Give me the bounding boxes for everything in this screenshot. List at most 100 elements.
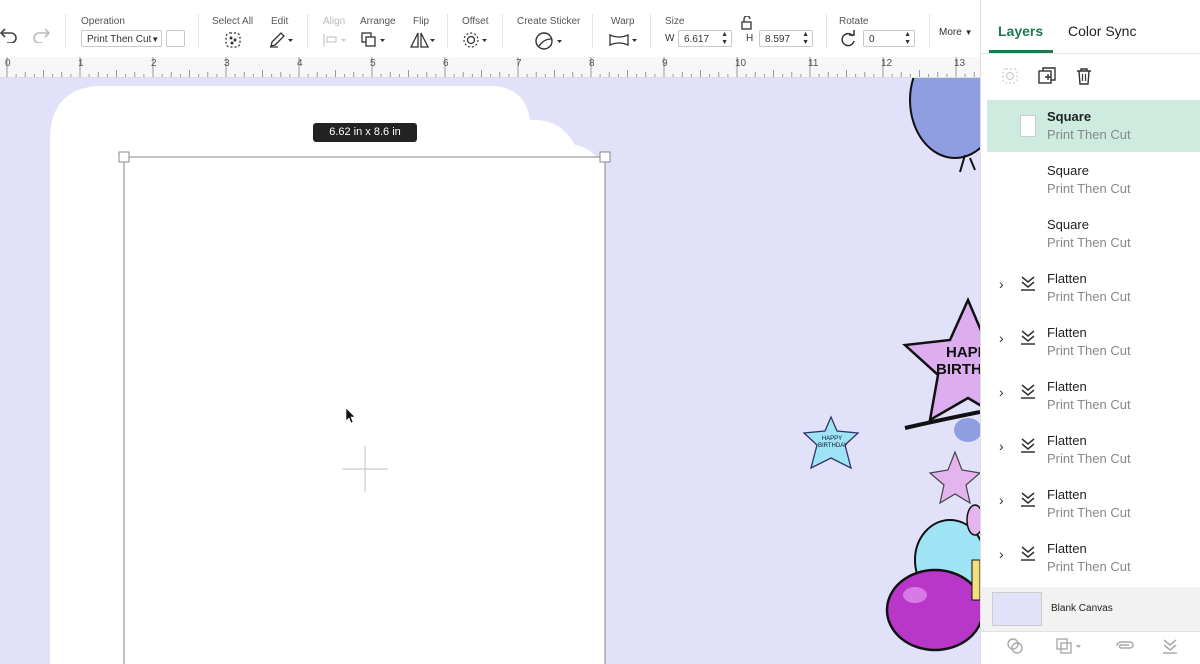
layer-operation: Print Then Cut: [1047, 505, 1131, 520]
ruler-number: 11: [808, 58, 819, 69]
create-sticker-label: Create Sticker: [517, 16, 581, 27]
arrange-icon[interactable]: [360, 31, 388, 54]
layer-operation: Print Then Cut: [1047, 397, 1131, 412]
blank-canvas-label: Blank Canvas: [1051, 603, 1113, 614]
large-star-line1: HAPP: [946, 344, 980, 361]
rotate-input[interactable]: 0 ▲ ▼: [863, 30, 915, 47]
chevron-down-icon: ▼: [964, 28, 973, 37]
pencil-icon[interactable]: [268, 31, 294, 54]
blank-canvas-swatch[interactable]: [992, 592, 1042, 626]
layer-operation: Print Then Cut: [1047, 289, 1131, 304]
arrange-label: Arrange: [360, 16, 396, 27]
layer-item[interactable]: Square Print Then Cut: [987, 154, 1200, 206]
layers-panel: Layers Color Sync Square Print Then Cut …: [980, 0, 1200, 664]
chevron-right-icon[interactable]: ›: [999, 438, 1004, 454]
layer-thumbnail: [1020, 115, 1036, 137]
width-label: W: [665, 33, 675, 44]
ruler-number: 1: [78, 58, 84, 69]
flatten-icon[interactable]: [1161, 637, 1179, 660]
height-stepper-icon[interactable]: ▲ ▼: [802, 31, 809, 47]
rotate-stepper-icon[interactable]: ▲ ▼: [904, 31, 911, 47]
design-canvas[interactable]: HAPPY BIRTHDAY HAPP BIRTHD: [0, 78, 980, 664]
resize-handle-tr: [599, 151, 611, 163]
chevron-right-icon[interactable]: ›: [999, 330, 1004, 346]
width-input[interactable]: 6.617 ▲ ▼: [678, 30, 732, 47]
flip-icon[interactable]: [409, 31, 437, 54]
select-all-icon[interactable]: [224, 31, 242, 54]
group-icon[interactable]: [1001, 67, 1019, 90]
slice-icon[interactable]: [1006, 637, 1024, 660]
layer-name: Flatten: [1047, 271, 1087, 286]
more-button[interactable]: More ▼: [939, 27, 973, 38]
layer-item[interactable]: Square Print Then Cut: [987, 208, 1200, 260]
layer-operation: Print Then Cut: [1047, 127, 1131, 142]
warp-label: Warp: [611, 16, 635, 27]
layer-item[interactable]: › Flatten Print Then Cut: [987, 316, 1200, 368]
layer-item[interactable]: › Flatten Print Then Cut: [987, 262, 1200, 314]
ruler-number: 3: [224, 58, 230, 69]
small-star-line1: HAPPY: [821, 436, 843, 442]
height-value: 8.597: [765, 34, 791, 45]
layer-operation: Print Then Cut: [1047, 181, 1131, 196]
chevron-right-icon[interactable]: ›: [999, 492, 1004, 508]
tab-color-sync[interactable]: Color Sync: [1068, 23, 1136, 39]
chevron-right-icon[interactable]: ›: [999, 546, 1004, 562]
layer-item[interactable]: Square Print Then Cut: [987, 100, 1200, 152]
operation-color-swatch[interactable]: [166, 30, 185, 47]
ruler-number: 7: [516, 58, 522, 69]
attach-icon[interactable]: [1113, 637, 1135, 660]
small-star-text: HAPPY BIRTHDAY: [818, 436, 848, 450]
operation-label: Operation: [81, 16, 125, 27]
flatten-icon: [1019, 436, 1037, 459]
large-star-text: HAPP BIRTHD: [936, 344, 980, 378]
align-icon[interactable]: [322, 31, 348, 54]
blank-canvas-row[interactable]: Blank Canvas: [981, 587, 1200, 631]
chevron-right-icon[interactable]: ›: [999, 276, 1004, 292]
ruler-number: 10: [735, 58, 747, 69]
flatten-icon: [1019, 382, 1037, 405]
width-value: 6.617: [684, 34, 710, 45]
layer-item[interactable]: › Flatten Print Then Cut: [987, 370, 1200, 422]
size-label: Size: [665, 16, 685, 27]
align-label: Align: [323, 16, 346, 27]
ruler-number: 4: [297, 58, 303, 69]
duplicate-icon[interactable]: [1037, 67, 1057, 90]
chevron-down-icon: ▼: [151, 35, 160, 44]
undo-icon[interactable]: [0, 27, 18, 48]
tab-layers[interactable]: Layers: [998, 23, 1043, 39]
small-star-line2: BIRTHDAY: [818, 443, 848, 449]
warp-icon[interactable]: [608, 31, 640, 54]
flip-label: Flip: [413, 16, 430, 27]
layer-item[interactable]: › Flatten Print Then Cut: [987, 424, 1200, 476]
operation-dropdown[interactable]: Print Then Cut▼: [81, 30, 162, 47]
layer-name: Square: [1047, 217, 1089, 232]
more-label: More: [939, 27, 962, 38]
sticker-icon[interactable]: [534, 31, 564, 56]
layer-item[interactable]: › Flatten Print Then Cut: [987, 478, 1200, 530]
combine-icon[interactable]: [1055, 637, 1085, 660]
magenta-balloon: [885, 568, 980, 652]
rotate-icon[interactable]: [838, 30, 858, 53]
layer-operation: Print Then Cut: [1047, 343, 1131, 358]
height-input[interactable]: 8.597 ▲ ▼: [759, 30, 813, 47]
width-stepper-icon[interactable]: ▲ ▼: [721, 31, 728, 47]
layer-name: Square: [1047, 109, 1092, 124]
layer-name: Flatten: [1047, 379, 1087, 394]
flatten-icon: [1019, 274, 1037, 297]
ruler-number: 12: [881, 58, 893, 69]
flatten-icon: [1019, 490, 1037, 513]
top-toolbar: Operation Print Then Cut▼ Select All Edi…: [0, 0, 980, 58]
ruler-number: 6: [443, 58, 449, 69]
trash-icon[interactable]: [1075, 67, 1093, 90]
layer-name: Flatten: [1047, 433, 1087, 448]
chevron-right-icon[interactable]: ›: [999, 384, 1004, 400]
offset-icon[interactable]: [462, 31, 490, 54]
rotate-label: Rotate: [839, 16, 869, 27]
layer-operation: Print Then Cut: [1047, 235, 1131, 250]
layer-item[interactable]: › Flatten Print Then Cut: [987, 532, 1200, 584]
select-all-label: Select All: [212, 16, 254, 27]
layer-operation: Print Then Cut: [1047, 559, 1131, 574]
redo-icon[interactable]: [32, 27, 51, 48]
large-star-line2: BIRTHD: [936, 361, 980, 378]
pink-star-sticker: [928, 450, 980, 505]
